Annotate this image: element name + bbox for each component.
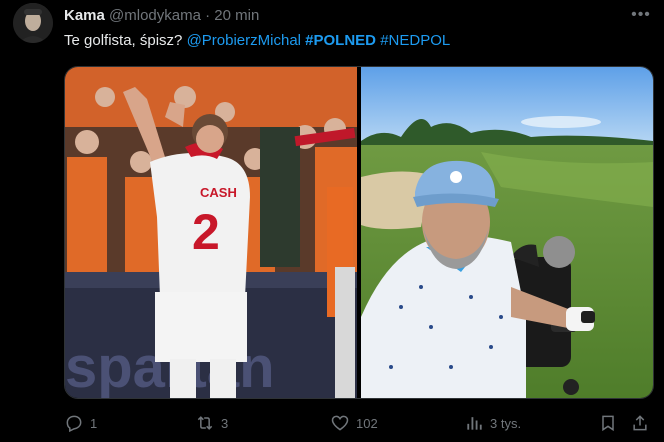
- author-name[interactable]: Kama: [64, 7, 105, 24]
- heart-icon: [331, 415, 349, 431]
- media-photo-right[interactable]: [361, 67, 653, 398]
- hashtag-link-nedpol[interactable]: #NEDPOL: [380, 32, 450, 49]
- like-button[interactable]: 102: [330, 410, 378, 436]
- share-button[interactable]: [630, 410, 650, 436]
- repost-icon: [197, 416, 213, 430]
- avatar[interactable]: [13, 3, 53, 43]
- header-separator: ·: [205, 7, 211, 24]
- views-chart-icon: [467, 417, 482, 430]
- repost-count: 3: [221, 415, 229, 431]
- tweet-text-intro: Te golfista, śpisz?: [64, 32, 183, 49]
- reply-icon: [66, 415, 82, 433]
- tweet-text: Te golfista, śpisz? @ProbierzMichal #POL…: [64, 32, 450, 49]
- mention-link[interactable]: @ProbierzMichal: [187, 32, 301, 49]
- more-horizontal-icon: •••: [631, 6, 651, 23]
- hashtag-link-polned[interactable]: #POLNED: [305, 32, 376, 49]
- jersey-name: CASH: [200, 185, 237, 200]
- tweet[interactable]: Kama @mlodykama · 20 min ••• Te golfista…: [0, 0, 664, 442]
- bookmark-icon: [602, 415, 614, 432]
- tweet-time[interactable]: 20 min: [214, 7, 259, 24]
- avatar-image: [13, 3, 53, 43]
- views-button[interactable]: 3 tys.: [464, 410, 521, 436]
- like-count: 102: [356, 415, 378, 431]
- bookmark-button[interactable]: [598, 410, 618, 436]
- tweet-actions: 1 3 102 3 tys.: [64, 410, 654, 436]
- tweet-header: Kama @mlodykama · 20 min: [64, 7, 259, 24]
- reply-button[interactable]: 1: [64, 410, 97, 436]
- views-count: 3 tys.: [490, 415, 522, 431]
- tweet-media: spartan CASH 2: [64, 66, 654, 399]
- jersey-number: 2: [192, 204, 220, 260]
- media-photo-left[interactable]: spartan CASH 2: [65, 67, 357, 398]
- reply-count: 1: [90, 415, 98, 431]
- more-button[interactable]: •••: [629, 6, 653, 28]
- share-icon: [633, 415, 647, 431]
- author-handle[interactable]: @mlodykama: [109, 7, 201, 24]
- repost-button[interactable]: 3: [195, 410, 228, 436]
